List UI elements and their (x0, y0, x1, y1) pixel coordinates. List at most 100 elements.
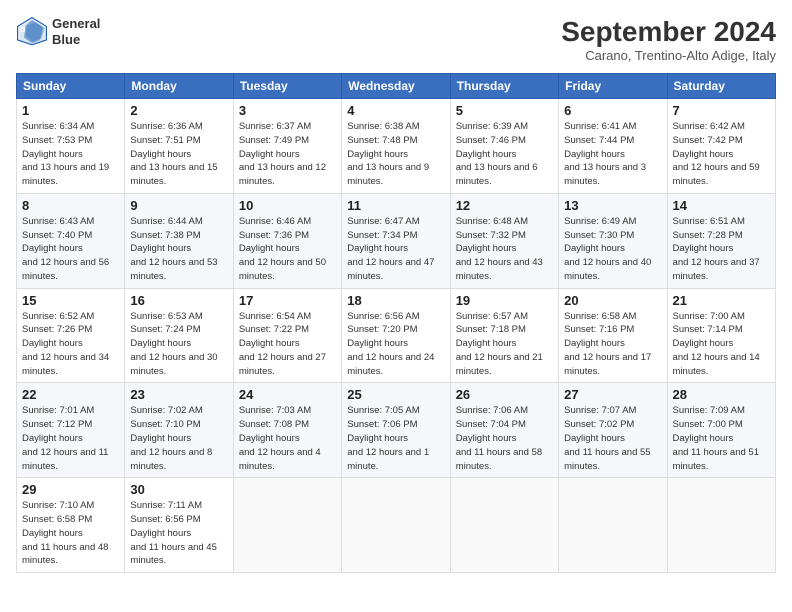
calendar-cell (342, 478, 450, 573)
calendar-cell: 19 Sunrise: 6:57 AMSunset: 7:18 PMDaylig… (450, 288, 558, 383)
svg-text:G: G (20, 25, 26, 34)
calendar-cell: 18 Sunrise: 6:56 AMSunset: 7:20 PMDaylig… (342, 288, 450, 383)
day-info: Sunrise: 6:36 AMSunset: 7:51 PMDaylight … (130, 120, 227, 189)
location-subtitle: Carano, Trentino-Alto Adige, Italy (561, 48, 776, 63)
day-info: Sunrise: 7:00 AMSunset: 7:14 PMDaylight … (673, 310, 770, 379)
day-number: 26 (456, 387, 553, 402)
day-info: Sunrise: 6:51 AMSunset: 7:28 PMDaylight … (673, 215, 770, 284)
calendar-cell: 28 Sunrise: 7:09 AMSunset: 7:00 PMDaylig… (667, 383, 775, 478)
calendar-cell: 12 Sunrise: 6:48 AMSunset: 7:32 PMDaylig… (450, 193, 558, 288)
day-number: 17 (239, 293, 336, 308)
day-number: 13 (564, 198, 661, 213)
calendar-cell: 14 Sunrise: 6:51 AMSunset: 7:28 PMDaylig… (667, 193, 775, 288)
col-header-thursday: Thursday (450, 74, 558, 99)
calendar-cell: 23 Sunrise: 7:02 AMSunset: 7:10 PMDaylig… (125, 383, 233, 478)
calendar-table: SundayMondayTuesdayWednesdayThursdayFrid… (16, 73, 776, 573)
day-info: Sunrise: 6:54 AMSunset: 7:22 PMDaylight … (239, 310, 336, 379)
day-number: 6 (564, 103, 661, 118)
calendar-cell: 27 Sunrise: 7:07 AMSunset: 7:02 PMDaylig… (559, 383, 667, 478)
calendar-cell: 22 Sunrise: 7:01 AMSunset: 7:12 PMDaylig… (17, 383, 125, 478)
day-number: 11 (347, 198, 444, 213)
calendar-cell: 10 Sunrise: 6:46 AMSunset: 7:36 PMDaylig… (233, 193, 341, 288)
day-info: Sunrise: 6:46 AMSunset: 7:36 PMDaylight … (239, 215, 336, 284)
calendar-cell (559, 478, 667, 573)
day-info: Sunrise: 6:43 AMSunset: 7:40 PMDaylight … (22, 215, 119, 284)
calendar-cell: 5 Sunrise: 6:39 AMSunset: 7:46 PMDayligh… (450, 99, 558, 194)
day-info: Sunrise: 6:52 AMSunset: 7:26 PMDaylight … (22, 310, 119, 379)
day-number: 10 (239, 198, 336, 213)
day-info: Sunrise: 7:07 AMSunset: 7:02 PMDaylight … (564, 404, 661, 473)
day-info: Sunrise: 6:39 AMSunset: 7:46 PMDaylight … (456, 120, 553, 189)
col-header-saturday: Saturday (667, 74, 775, 99)
day-number: 1 (22, 103, 119, 118)
day-number: 19 (456, 293, 553, 308)
calendar-cell: 24 Sunrise: 7:03 AMSunset: 7:08 PMDaylig… (233, 383, 341, 478)
day-info: Sunrise: 7:06 AMSunset: 7:04 PMDaylight … (456, 404, 553, 473)
calendar-cell (450, 478, 558, 573)
day-info: Sunrise: 6:42 AMSunset: 7:42 PMDaylight … (673, 120, 770, 189)
day-number: 18 (347, 293, 444, 308)
day-info: Sunrise: 7:02 AMSunset: 7:10 PMDaylight … (130, 404, 227, 473)
week-row-1: 1 Sunrise: 6:34 AMSunset: 7:53 PMDayligh… (17, 99, 776, 194)
day-info: Sunrise: 7:10 AMSunset: 6:58 PMDaylight … (22, 499, 119, 568)
day-number: 14 (673, 198, 770, 213)
calendar-cell: 15 Sunrise: 6:52 AMSunset: 7:26 PMDaylig… (17, 288, 125, 383)
page-header: G General Blue September 2024 Carano, Tr… (16, 16, 776, 63)
calendar-cell: 4 Sunrise: 6:38 AMSunset: 7:48 PMDayligh… (342, 99, 450, 194)
calendar-cell: 20 Sunrise: 6:58 AMSunset: 7:16 PMDaylig… (559, 288, 667, 383)
week-row-3: 15 Sunrise: 6:52 AMSunset: 7:26 PMDaylig… (17, 288, 776, 383)
day-info: Sunrise: 6:37 AMSunset: 7:49 PMDaylight … (239, 120, 336, 189)
week-row-4: 22 Sunrise: 7:01 AMSunset: 7:12 PMDaylig… (17, 383, 776, 478)
day-number: 23 (130, 387, 227, 402)
day-info: Sunrise: 6:41 AMSunset: 7:44 PMDaylight … (564, 120, 661, 189)
calendar-cell: 8 Sunrise: 6:43 AMSunset: 7:40 PMDayligh… (17, 193, 125, 288)
calendar-cell: 7 Sunrise: 6:42 AMSunset: 7:42 PMDayligh… (667, 99, 775, 194)
day-number: 3 (239, 103, 336, 118)
week-row-5: 29 Sunrise: 7:10 AMSunset: 6:58 PMDaylig… (17, 478, 776, 573)
calendar-cell: 16 Sunrise: 6:53 AMSunset: 7:24 PMDaylig… (125, 288, 233, 383)
calendar-cell: 30 Sunrise: 7:11 AMSunset: 6:56 PMDaylig… (125, 478, 233, 573)
col-header-tuesday: Tuesday (233, 74, 341, 99)
day-number: 15 (22, 293, 119, 308)
calendar-cell: 21 Sunrise: 7:00 AMSunset: 7:14 PMDaylig… (667, 288, 775, 383)
day-number: 5 (456, 103, 553, 118)
calendar-cell: 25 Sunrise: 7:05 AMSunset: 7:06 PMDaylig… (342, 383, 450, 478)
month-title: September 2024 (561, 16, 776, 48)
day-info: Sunrise: 6:34 AMSunset: 7:53 PMDaylight … (22, 120, 119, 189)
week-row-2: 8 Sunrise: 6:43 AMSunset: 7:40 PMDayligh… (17, 193, 776, 288)
calendar-cell (667, 478, 775, 573)
logo-icon: G (16, 16, 48, 48)
day-info: Sunrise: 6:53 AMSunset: 7:24 PMDaylight … (130, 310, 227, 379)
day-info: Sunrise: 6:44 AMSunset: 7:38 PMDaylight … (130, 215, 227, 284)
day-info: Sunrise: 6:56 AMSunset: 7:20 PMDaylight … (347, 310, 444, 379)
calendar-cell (233, 478, 341, 573)
day-number: 30 (130, 482, 227, 497)
day-number: 16 (130, 293, 227, 308)
logo-text-block: General Blue (52, 16, 100, 47)
calendar-cell: 3 Sunrise: 6:37 AMSunset: 7:49 PMDayligh… (233, 99, 341, 194)
calendar-header-row: SundayMondayTuesdayWednesdayThursdayFrid… (17, 74, 776, 99)
day-number: 20 (564, 293, 661, 308)
day-info: Sunrise: 7:11 AMSunset: 6:56 PMDaylight … (130, 499, 227, 568)
calendar-cell: 11 Sunrise: 6:47 AMSunset: 7:34 PMDaylig… (342, 193, 450, 288)
day-info: Sunrise: 6:58 AMSunset: 7:16 PMDaylight … (564, 310, 661, 379)
col-header-friday: Friday (559, 74, 667, 99)
calendar-cell: 13 Sunrise: 6:49 AMSunset: 7:30 PMDaylig… (559, 193, 667, 288)
calendar-cell: 9 Sunrise: 6:44 AMSunset: 7:38 PMDayligh… (125, 193, 233, 288)
day-info: Sunrise: 6:57 AMSunset: 7:18 PMDaylight … (456, 310, 553, 379)
logo-line2: Blue (52, 32, 100, 48)
day-number: 25 (347, 387, 444, 402)
col-header-sunday: Sunday (17, 74, 125, 99)
logo-line1: General (52, 16, 100, 32)
day-number: 22 (22, 387, 119, 402)
day-info: Sunrise: 6:48 AMSunset: 7:32 PMDaylight … (456, 215, 553, 284)
day-info: Sunrise: 6:47 AMSunset: 7:34 PMDaylight … (347, 215, 444, 284)
day-info: Sunrise: 6:49 AMSunset: 7:30 PMDaylight … (564, 215, 661, 284)
day-number: 27 (564, 387, 661, 402)
day-number: 29 (22, 482, 119, 497)
day-number: 24 (239, 387, 336, 402)
calendar-cell: 2 Sunrise: 6:36 AMSunset: 7:51 PMDayligh… (125, 99, 233, 194)
day-number: 21 (673, 293, 770, 308)
col-header-monday: Monday (125, 74, 233, 99)
day-number: 2 (130, 103, 227, 118)
